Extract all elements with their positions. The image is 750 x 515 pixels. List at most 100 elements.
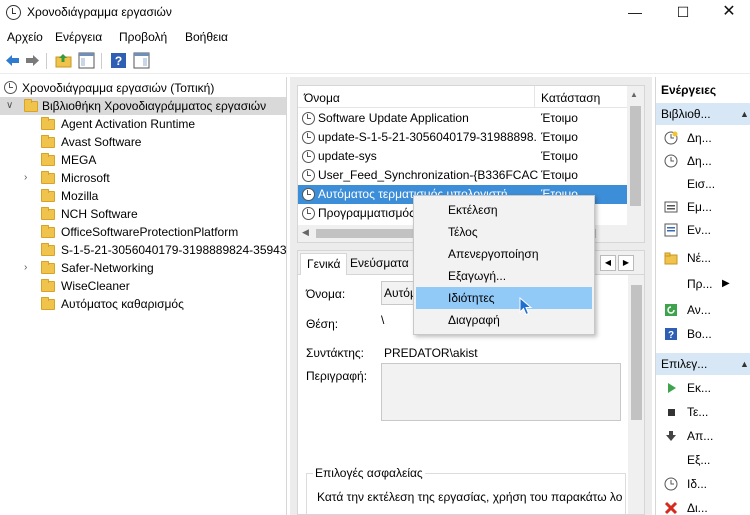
task-row[interactable]: update-sys Έτοιμο [298, 147, 628, 166]
column-divider [534, 86, 535, 108]
task-status: Έτοιμο [541, 168, 578, 182]
properties-icon [664, 477, 678, 491]
vertical-scrollbar[interactable]: ▲ [627, 86, 644, 226]
details-scrollbar[interactable] [628, 275, 644, 514]
tab-scroll-left-icon[interactable]: ◀ [600, 255, 616, 271]
submenu-arrow-icon: ▶ [722, 278, 730, 289]
actions-section-library[interactable]: Βιβλιοθ... [656, 103, 750, 125]
task-row[interactable]: update-S-1-5-21-3056040179-31988898... Έ… [298, 128, 628, 147]
tree-folder[interactable]: › Microsoft [0, 169, 286, 187]
action-item[interactable]: Εξ... [656, 449, 750, 471]
context-item-delete[interactable]: Διαγραφή [416, 309, 592, 331]
tab-general[interactable]: Γενικά [300, 253, 348, 275]
action-item[interactable]: Δη... [656, 150, 750, 172]
task-row[interactable]: Software Update Application Έτοιμο [298, 109, 628, 128]
clock-icon [302, 150, 315, 163]
clock-icon [302, 131, 315, 144]
task-status: Έτοιμο [541, 149, 578, 163]
menu-action[interactable]: Ενέργεια [55, 30, 102, 44]
help-icon[interactable]: ? [110, 52, 127, 69]
tree-folder[interactable]: Αυτόματος καθαρισμός [0, 295, 286, 313]
tree-folder-label: OfficeSoftwareProtectionPlatform [61, 225, 239, 239]
tree-root[interactable]: Χρονοδιάγραμμα εργασιών (Τοπική) [0, 79, 286, 97]
clock-icon [4, 81, 17, 94]
task-row[interactable]: User_Feed_Synchronization-{B336FCAC... Έ… [298, 166, 628, 185]
collapse-up-icon[interactable]: ▲ [740, 359, 749, 369]
clock-icon [302, 188, 315, 201]
action-item[interactable]: Αν... [656, 299, 750, 321]
context-item-export[interactable]: Εξαγωγή... [416, 265, 592, 287]
action-item[interactable]: Δι... [656, 497, 750, 515]
chevron-right-icon[interactable]: › [24, 169, 27, 187]
menu-view[interactable]: Προβολή [119, 30, 167, 44]
tree-folder[interactable]: OfficeSoftwareProtectionPlatform [0, 223, 286, 241]
context-item-run[interactable]: Εκτέλεση [416, 199, 592, 221]
action-item[interactable]: Απ... [656, 425, 750, 447]
task-name: User_Feed_Synchronization-{B336FCAC... [318, 168, 538, 182]
enable-history-icon [664, 223, 678, 237]
scrollbar-thumb[interactable] [630, 106, 641, 206]
scroll-up-icon[interactable]: ▲ [630, 90, 638, 99]
tree-library[interactable]: ∨ Βιβλιοθήκη Χρονοδιαγράμματος εργασιών [0, 97, 286, 115]
delete-icon [664, 501, 678, 515]
action-item[interactable]: Εμ... [656, 196, 750, 218]
menu-file[interactable]: Αρχείο [7, 30, 43, 44]
disable-icon [666, 431, 676, 441]
action-item[interactable]: Εν... [656, 219, 750, 241]
action-item[interactable]: Δη... [656, 127, 750, 149]
folder-icon [41, 117, 55, 130]
scroll-left-icon[interactable]: ◀ [302, 227, 309, 238]
column-header-status[interactable]: Κατάσταση [541, 91, 600, 105]
context-item-properties[interactable]: Ιδιότητες [416, 287, 592, 309]
action-item[interactable]: Εισ... [656, 173, 750, 195]
context-item-disable[interactable]: Απενεργοποίηση [416, 243, 592, 265]
tree-folder[interactable]: Agent Activation Runtime [0, 115, 286, 133]
action-label: Εν... [687, 223, 712, 237]
clock-icon [302, 112, 315, 125]
context-item-end[interactable]: Τέλος [416, 221, 592, 243]
action-item[interactable]: ? Βο... [656, 323, 750, 345]
column-header-name[interactable]: Όνομα [304, 91, 340, 105]
show-hide-console-tree-icon[interactable] [78, 52, 95, 69]
action-label: Νέ... [687, 251, 712, 265]
title-bar: Χρονοδιάγραμμα εργασιών — ☐ ✕ [0, 0, 750, 26]
context-menu: Εκτέλεση Τέλος Απενεργοποίηση Εξαγωγή...… [413, 195, 595, 335]
tree-folder-label: NCH Software [61, 207, 138, 221]
back-arrow-icon[interactable] [4, 52, 21, 69]
chevron-right-icon[interactable]: › [24, 259, 27, 277]
action-item[interactable]: Νέ... [656, 247, 750, 269]
tree-folder-label: MEGA [61, 153, 97, 167]
action-item-view[interactable]: Πρ... ▶ [656, 273, 750, 295]
tree-folder[interactable]: MEGA [0, 151, 286, 169]
folder-icon [24, 99, 38, 112]
menu-help[interactable]: Βοήθεια [185, 30, 228, 44]
description-field[interactable] [381, 363, 621, 421]
tree-folder[interactable]: Avast Software [0, 133, 286, 151]
help-icon: ? [665, 328, 677, 341]
action-item[interactable]: Τε... [656, 401, 750, 423]
maximize-button[interactable]: ☐ [660, 0, 706, 26]
action-item[interactable]: Εκ... [656, 377, 750, 399]
tree-folder[interactable]: S-1-5-21-3056040179-3198889824-3594355 [0, 241, 287, 259]
tab-triggers[interactable]: Ενεύσματα [344, 253, 415, 275]
show-hide-action-pane-icon[interactable] [133, 52, 150, 69]
tree-folder[interactable]: NCH Software [0, 205, 286, 223]
action-item[interactable]: Ιδ... [656, 473, 750, 495]
collapse-up-icon[interactable]: ▲ [740, 109, 749, 119]
chevron-down-icon[interactable]: ∨ [6, 97, 13, 115]
scrollbar-thumb[interactable] [631, 285, 642, 420]
tree-folder[interactable]: WiseCleaner [0, 277, 286, 295]
actions-section-selected[interactable]: Επιλεγ... [656, 353, 750, 375]
minimize-button[interactable]: — [612, 0, 658, 26]
tab-scroll-right-icon[interactable]: ▶ [618, 255, 634, 271]
forward-arrow-icon[interactable] [24, 52, 41, 69]
close-button[interactable]: ✕ [706, 0, 750, 26]
toolbar-separator [101, 53, 102, 69]
tree-folder-label: S-1-5-21-3056040179-3198889824-3594355 [61, 243, 287, 257]
tree-folder-label: Safer-Networking [61, 261, 154, 275]
task-name: Software Update Application [318, 111, 469, 125]
up-folder-icon[interactable] [55, 52, 72, 69]
tree-library-label: Βιβλιοθήκη Χρονοδιαγράμματος εργασιών [42, 99, 267, 113]
tree-folder[interactable]: › Safer-Networking [0, 259, 286, 277]
tree-folder[interactable]: Mozilla [0, 187, 286, 205]
